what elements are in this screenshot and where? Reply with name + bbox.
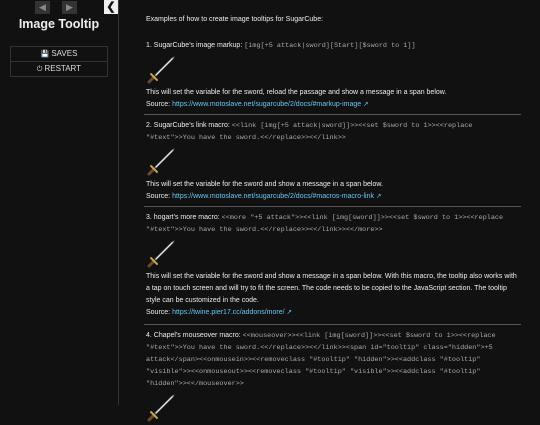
ui-bar: ◀ ▶ ❮ Image Tooltip 💾 SAVES ⏻ RESTART xyxy=(0,0,119,405)
section-description: This will set the variable for the sword… xyxy=(146,273,517,304)
section-description: This will set the variable for the sword… xyxy=(146,89,447,96)
example-section-3: 3. hogart's more macro: <<more "+5 attac… xyxy=(146,212,520,319)
source-label: Source: xyxy=(146,101,171,108)
chevron-left-icon: ❮ xyxy=(106,1,116,13)
ui-bar-toggle-button[interactable]: ❮ xyxy=(104,0,118,14)
divider xyxy=(144,206,521,207)
example-section-1: 1. SugarCube's image markup: [img[+5 att… xyxy=(146,40,520,111)
code-snippet: [img[+5 attack|sword][Start][$sword to 1… xyxy=(244,42,416,50)
source-link[interactable]: https://twine.pier17.cc/addons/more/ xyxy=(172,309,284,316)
code-snippet: <<mouseover>><<link [img[sword]]>><<set … xyxy=(146,332,496,388)
divider xyxy=(144,114,521,115)
restart-button[interactable]: ⏻ RESTART xyxy=(10,61,108,77)
example-section-4: 4. Chapel's mouseover macro: <<mouseover… xyxy=(146,330,520,425)
sword-image[interactable] xyxy=(146,55,176,85)
arrow-right-icon: ▶ xyxy=(66,2,73,12)
section-heading: 1. SugarCube's image markup: xyxy=(146,42,243,49)
external-link-icon: ↗ xyxy=(375,193,382,200)
arrow-left-icon: ◀ xyxy=(39,2,46,12)
sword-image[interactable] xyxy=(146,239,176,269)
story-title: Image Tooltip xyxy=(18,17,100,31)
source-label: Source: xyxy=(146,309,171,316)
sword-image[interactable] xyxy=(146,147,176,177)
sword-image[interactable] xyxy=(146,393,176,423)
history-forward-button[interactable]: ▶ xyxy=(62,1,77,14)
saves-label: SAVES xyxy=(51,49,78,58)
source-label: Source: xyxy=(146,193,171,200)
example-section-2: 2. SugarCube's link macro: <<link [img[+… xyxy=(146,120,520,203)
floppy-disk-icon: 💾 xyxy=(40,51,50,58)
source-link[interactable]: https://www.motoslave.net/sugarcube/2/do… xyxy=(172,101,361,108)
saves-button[interactable]: 💾 SAVES xyxy=(10,46,108,62)
external-link-icon: ↗ xyxy=(363,101,369,108)
source-link[interactable]: https://www.motoslave.net/sugarcube/2/do… xyxy=(172,193,374,200)
restart-label: RESTART xyxy=(44,64,82,73)
section-heading: 3. hogart's more macro: xyxy=(146,214,220,221)
passage: Examples of how to create image tooltips… xyxy=(140,0,523,422)
intro-text: Examples of how to create image tooltips… xyxy=(146,16,324,23)
section-heading: 4. Chapel's mouseover macro: xyxy=(146,332,241,339)
section-description: This will set the variable for the sword… xyxy=(146,181,383,188)
divider xyxy=(144,324,521,325)
section-heading: 2. SugarCube's link macro: xyxy=(146,122,230,129)
power-icon: ⏻ xyxy=(36,66,43,73)
external-link-icon: ↗ xyxy=(286,309,292,316)
history-back-button[interactable]: ◀ xyxy=(35,1,50,14)
